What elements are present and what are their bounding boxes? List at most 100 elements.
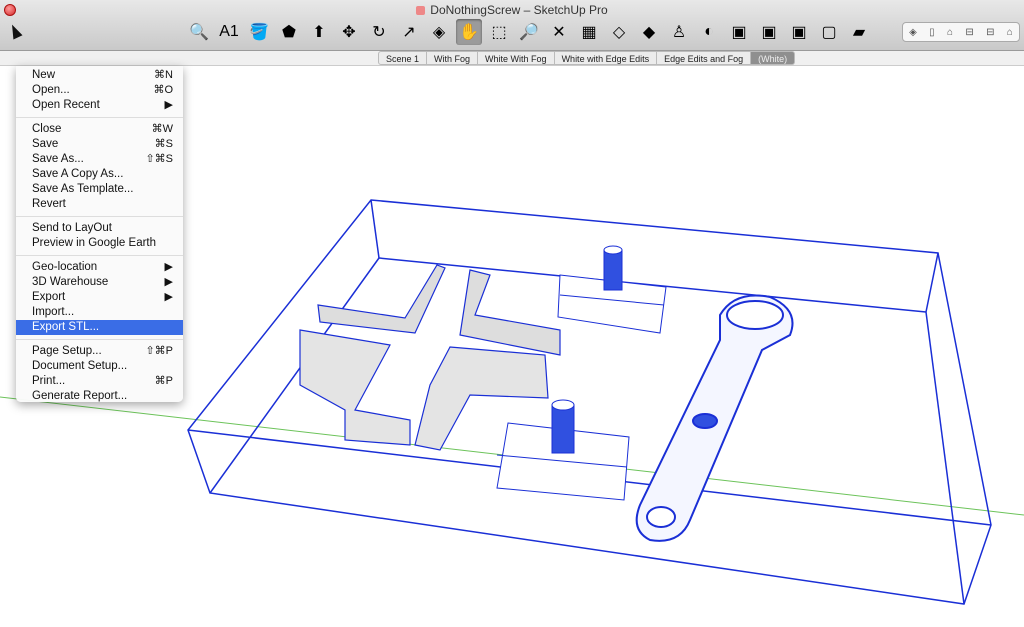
menu-item-label: Preview in Google Earth	[32, 237, 157, 249]
menu-item[interactable]: Geo-location ▶	[16, 260, 183, 275]
menu-item[interactable]: Export ▶	[16, 290, 183, 305]
submenu-arrow-icon: ▶	[164, 99, 173, 111]
menu-item-label: Save A Copy As...	[32, 168, 124, 180]
paint-bucket-icon[interactable]: 🪣	[246, 19, 272, 45]
peg-block-top	[557, 245, 667, 334]
views-toolbar: ◈ ▯ ⌂ ⊟ ⊟ ⌂	[902, 22, 1020, 42]
document-icon	[416, 6, 426, 16]
file-menu: New ⌘N Open... ⌘O Open Recent ▶ Close ⌘W Save ⌘S S…	[16, 66, 183, 402]
text-label-icon[interactable]: A1	[216, 19, 242, 45]
eraser-icon[interactable]: ▰	[846, 19, 872, 45]
scene-tab[interactable]: Edge Edits and Fog	[657, 51, 752, 65]
menu-item-label: Close	[32, 123, 62, 135]
follow-me-icon[interactable]: ↗	[396, 19, 422, 45]
share-model-icon[interactable]: ▣	[726, 19, 752, 45]
scene-tab[interactable]: (White)	[751, 51, 796, 65]
menu-item-label: Page Setup...	[32, 345, 102, 357]
menu-item-label: Export STL...	[32, 321, 100, 333]
menu-item[interactable]: New ⌘N	[16, 68, 183, 83]
iso-view-icon[interactable]: ◈	[909, 27, 917, 38]
peg-block-bottom	[496, 399, 630, 501]
menu-item[interactable]: Document Setup...	[16, 359, 183, 374]
menu-separator	[16, 339, 183, 340]
scene-tab[interactable]: Scene 1	[378, 51, 428, 65]
right-view-icon[interactable]: ⊟	[965, 27, 973, 38]
menu-item[interactable]: Preview in Google Earth	[16, 236, 183, 251]
zoom-window-icon[interactable]: ⬚	[486, 19, 512, 45]
left-view-icon[interactable]: ⌂	[1007, 27, 1013, 38]
get-models-icon[interactable]: ◐	[696, 19, 722, 45]
rotate-icon[interactable]: ↻	[366, 19, 392, 45]
scene-tab[interactable]: With Fog	[427, 51, 479, 65]
menu-item-label: Document Setup...	[32, 360, 128, 372]
submenu-arrow-icon: ▶	[164, 276, 173, 288]
zoom-icon[interactable]: 🔎	[516, 19, 542, 45]
menu-item[interactable]: Close ⌘W	[16, 122, 183, 137]
window-title-text: DoNothingScrew – SketchUp Pro	[430, 3, 608, 17]
menu-shortcut: ⌘O	[153, 84, 173, 96]
back-view-icon[interactable]: ⊟	[986, 27, 994, 38]
menu-item[interactable]: Send to LayOut	[16, 221, 183, 236]
menu-item-label: Generate Report...	[32, 390, 128, 402]
menu-item[interactable]: Import...	[16, 305, 183, 320]
menu-item[interactable]: Open... ⌘O	[16, 83, 183, 98]
google-earth-icon[interactable]: ◆	[636, 19, 662, 45]
menu-item-label: Export	[32, 291, 66, 303]
menu-item[interactable]: Save As Template...	[16, 182, 183, 197]
dynamic-components-icon[interactable]: ▢	[816, 19, 842, 45]
menu-item[interactable]: Save ⌘S	[16, 137, 183, 152]
menu-item-label: Save As...	[32, 153, 84, 165]
window-title: DoNothingScrew – SketchUp Pro	[0, 3, 1024, 17]
title-bar: DoNothingScrew – SketchUp Pro 🔍 A1 🪣 ⬟ ⬆ ✥ ↻ ↗ ◈…	[0, 0, 1024, 51]
scene-tab[interactable]: White with Edge Edits	[554, 51, 658, 65]
menu-shortcut: ⌘S	[154, 138, 173, 150]
front-view-icon[interactable]: ⌂	[947, 27, 953, 38]
menu-separator	[16, 216, 183, 217]
share-component-icon[interactable]: ▣	[756, 19, 782, 45]
menu-item-label: 3D Warehouse	[32, 276, 109, 288]
pan-hand-icon[interactable]: ✋	[456, 19, 482, 45]
menu-item-label: Send to LayOut	[32, 222, 112, 234]
menu-item[interactable]: Save A Copy As...	[16, 167, 183, 182]
menu-item[interactable]: Generate Report...	[16, 389, 183, 404]
scene-tabs: Scene 1 With Fog White With Fog White with …	[378, 51, 796, 65]
menu-item-label: Geo-location	[32, 261, 98, 273]
tape-measure-icon[interactable]: 🔍	[186, 19, 212, 45]
menu-item[interactable]: Print... ⌘P	[16, 374, 183, 389]
menu-item-label: New	[32, 69, 56, 81]
mold-box	[187, 199, 992, 605]
menu-item[interactable]: Open Recent ▶	[16, 98, 183, 113]
push-pull-icon[interactable]: ⬆	[306, 19, 332, 45]
zoom-extents-icon[interactable]: ✕	[546, 19, 572, 45]
menu-separator	[16, 255, 183, 256]
top-view-icon[interactable]: ▯	[929, 27, 935, 38]
terrain-icon[interactable]: ◇	[606, 19, 632, 45]
offset-icon[interactable]: ◈	[426, 19, 452, 45]
menu-item[interactable]: Export STL...	[16, 320, 183, 335]
menu-item-label: Save As Template...	[32, 183, 134, 195]
menu-item-label: Open Recent	[32, 99, 100, 111]
menu-shortcut: ⌘P	[154, 375, 173, 387]
menu-item-label: Revert	[32, 198, 66, 210]
menu-item[interactable]: Revert	[16, 197, 183, 212]
menu-separator	[16, 117, 183, 118]
model-viewport[interactable]: New ⌘N Open... ⌘O Open Recent ▶ Close ⌘W Save ⌘S S…	[0, 66, 1024, 622]
menu-shortcut: ⇧⌘S	[145, 153, 173, 165]
menu-item-label: Import...	[32, 306, 75, 318]
menu-item-label: Save	[32, 138, 59, 150]
main-toolbar: 🔍 A1 🪣 ⬟ ⬆ ✥ ↻ ↗ ◈ ✋ ⬚ 🔎 ✕ ▦ ◇ ◆ ♙ ◐ ▣ ▣ ▣ ▢ ▰	[186, 18, 872, 46]
menu-item-label: Open...	[32, 84, 70, 96]
menu-item[interactable]: Page Setup... ⇧⌘P	[16, 344, 183, 359]
menu-shortcut: ⇧⌘P	[145, 345, 173, 357]
polygon-icon[interactable]: ⬟	[276, 19, 302, 45]
map-icon[interactable]: ▦	[576, 19, 602, 45]
menu-item[interactable]: Save As... ⇧⌘S	[16, 152, 183, 167]
street-view-icon[interactable]: ♙	[666, 19, 692, 45]
menu-shortcut: ⌘W	[151, 123, 173, 135]
submenu-arrow-icon: ▶	[164, 261, 173, 273]
move-icon[interactable]: ✥	[336, 19, 362, 45]
submenu-arrow-icon: ▶	[164, 291, 173, 303]
menu-item[interactable]: 3D Warehouse ▶	[16, 275, 183, 290]
3d-warehouse-icon[interactable]: ▣	[786, 19, 812, 45]
scene-tab[interactable]: White With Fog	[478, 51, 555, 65]
